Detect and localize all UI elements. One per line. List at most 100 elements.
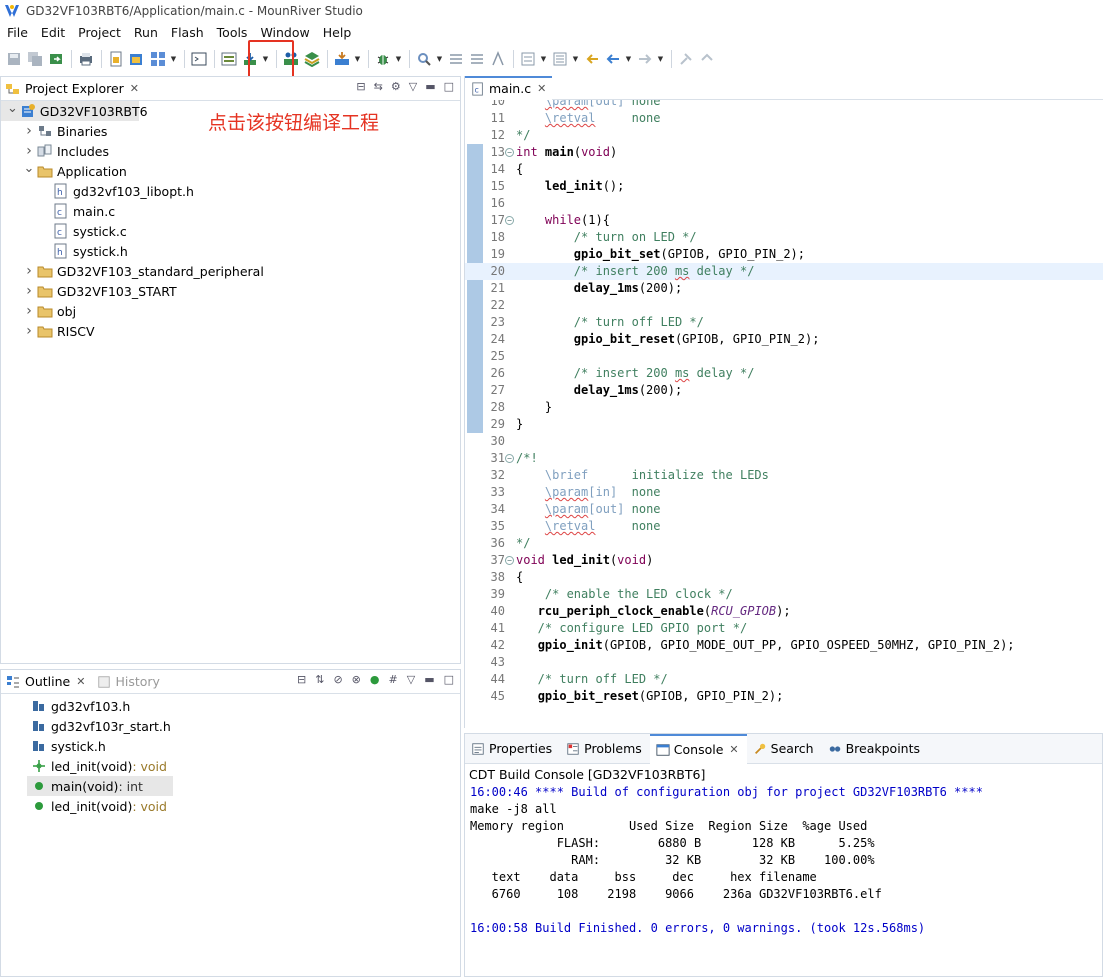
- menu-run[interactable]: Run: [127, 25, 164, 40]
- new-project-button[interactable]: [127, 48, 147, 70]
- console-view-button[interactable]: [219, 48, 239, 70]
- tree-item[interactable]: c systick.c: [1, 221, 460, 241]
- collapse-all-icon[interactable]: ⊟: [356, 80, 365, 93]
- code-area[interactable]: 10 \param[out] none 11 \retval none 12 */13…: [465, 100, 1103, 728]
- save-all-button[interactable]: [25, 48, 45, 70]
- print-button[interactable]: [76, 48, 96, 70]
- hide-static-icon[interactable]: ⊗: [352, 673, 361, 686]
- debug-dropdown[interactable]: ▼: [394, 48, 403, 70]
- build-all-button[interactable]: [302, 48, 322, 70]
- tree-item[interactable]: c main.c: [1, 201, 460, 221]
- download-dropdown[interactable]: ▼: [353, 48, 362, 70]
- code-line[interactable]: 42 gpio_init(GPIOB, GPIO_MODE_OUT_PP, GP…: [465, 637, 1103, 654]
- chevron-right-icon[interactable]: ›: [23, 123, 35, 139]
- code-line[interactable]: 45 gpio_bit_reset(GPIOB, GPIO_PIN_2);: [465, 688, 1103, 705]
- tab-search[interactable]: Search: [747, 734, 822, 764]
- open-file-button[interactable]: [106, 48, 126, 70]
- code-line[interactable]: 18 /* turn on LED */: [465, 229, 1103, 246]
- code-line[interactable]: 40 rcu_periph_clock_enable(RCU_GPIOB);: [465, 603, 1103, 620]
- tree-item[interactable]: › RISCV: [1, 321, 460, 341]
- menu-tools[interactable]: Tools: [210, 25, 254, 40]
- outline-item[interactable]: systick.h: [1, 736, 460, 756]
- code-line[interactable]: 33 \param[in] none: [465, 484, 1103, 501]
- outline-tab-label[interactable]: Outline: [25, 674, 70, 689]
- chevron-right-icon[interactable]: ›: [23, 303, 35, 319]
- tab-problems[interactable]: Problems: [560, 734, 650, 764]
- tree-item[interactable]: › obj: [1, 301, 460, 321]
- tree-item[interactable]: h gd32vf103_libopt.h: [1, 181, 460, 201]
- code-line[interactable]: 11 \retval none: [465, 110, 1103, 127]
- hide-fields-icon[interactable]: ⊘: [333, 673, 342, 686]
- menu-help[interactable]: Help: [316, 25, 358, 40]
- chevron-right-icon[interactable]: ›: [23, 283, 35, 299]
- code-line[interactable]: 34 \param[out] none: [465, 501, 1103, 518]
- tree-item[interactable]: › Includes: [1, 141, 460, 161]
- build-button[interactable]: [240, 48, 260, 70]
- link-with-editor-icon[interactable]: ⇆: [374, 80, 383, 93]
- code-line[interactable]: 16: [465, 195, 1103, 212]
- back-dropdown[interactable]: ▼: [624, 48, 633, 70]
- outline-item[interactable]: led_init(void) : void: [1, 756, 460, 776]
- tree-item[interactable]: ⌄ Application: [1, 161, 460, 181]
- code-line[interactable]: 30: [465, 433, 1103, 450]
- sort-icon[interactable]: ⇅: [315, 673, 324, 686]
- code-line[interactable]: 32 \brief initialize the LEDs: [465, 467, 1103, 484]
- tree-item[interactable]: › GD32VF103_standard_peripheral: [1, 261, 460, 281]
- outline-item[interactable]: gd32vf103.h: [1, 696, 460, 716]
- build-dropdown[interactable]: ▼: [261, 48, 270, 70]
- code-line[interactable]: 43: [465, 654, 1103, 671]
- code-line[interactable]: 21 delay_1ms(200);: [465, 280, 1103, 297]
- next-annotation-button[interactable]: [446, 48, 466, 70]
- tab-console[interactable]: Console ✕: [649, 733, 747, 764]
- new-wizard-button[interactable]: [148, 48, 168, 70]
- code-line[interactable]: 22: [465, 297, 1103, 314]
- next-edit-dropdown[interactable]: ▼: [539, 48, 548, 70]
- debug-button[interactable]: [373, 48, 393, 70]
- outline-item[interactable]: main(void) : int: [27, 776, 173, 796]
- view-menu-icon[interactable]: ▽: [407, 673, 415, 686]
- rebuild-button[interactable]: [281, 48, 301, 70]
- tree-item[interactable]: h systick.h: [1, 241, 460, 261]
- code-line[interactable]: 10 \param[out] none: [465, 100, 1103, 110]
- menu-edit[interactable]: Edit: [34, 25, 71, 40]
- tree-item[interactable]: ⌄ GD32VF103RBT6: [1, 101, 148, 121]
- toggle-mark-button[interactable]: [488, 48, 508, 70]
- code-line[interactable]: 13 int main(void) −: [465, 144, 1103, 161]
- search-dropdown[interactable]: ▼: [435, 48, 444, 70]
- code-line[interactable]: 24 gpio_bit_reset(GPIOB, GPIO_PIN_2);: [465, 331, 1103, 348]
- forward-dropdown[interactable]: ▼: [656, 48, 665, 70]
- collapse-all-icon[interactable]: ⊟: [297, 673, 306, 686]
- code-line[interactable]: 14 {: [465, 161, 1103, 178]
- minimize-icon[interactable]: ▬: [425, 80, 435, 93]
- code-line[interactable]: 26 /* insert 200 ms delay */: [465, 365, 1103, 382]
- code-line[interactable]: 19 gpio_bit_set(GPIOB, GPIO_PIN_2);: [465, 246, 1103, 263]
- download-button[interactable]: [332, 48, 352, 70]
- code-line[interactable]: 44 /* turn off LED */: [465, 671, 1103, 688]
- menu-flash[interactable]: Flash: [164, 25, 210, 40]
- maximize-icon[interactable]: □: [444, 80, 454, 93]
- close-icon[interactable]: ✕: [729, 743, 738, 756]
- tree-item[interactable]: › GD32VF103_START: [1, 281, 460, 301]
- last-edit-button[interactable]: [582, 48, 602, 70]
- menu-file[interactable]: File: [0, 25, 34, 40]
- code-line[interactable]: 20 /* insert 200 ms delay */: [465, 263, 1103, 280]
- tab-properties[interactable]: Properties: [465, 734, 560, 764]
- code-line[interactable]: 23 /* turn off LED */: [465, 314, 1103, 331]
- hide-nonpublic-icon[interactable]: ●: [370, 673, 380, 686]
- outline-item[interactable]: led_init(void) : void: [1, 796, 460, 816]
- maximize-icon[interactable]: □: [444, 673, 454, 686]
- code-line[interactable]: 31 /*! −: [465, 450, 1103, 467]
- next-edit-button[interactable]: [518, 48, 538, 70]
- code-line[interactable]: 28 }: [465, 399, 1103, 416]
- chevron-down-icon[interactable]: ⌄: [23, 161, 35, 176]
- hide-macros-icon[interactable]: #: [389, 673, 398, 686]
- prev-edit-button[interactable]: [550, 48, 570, 70]
- chevron-right-icon[interactable]: ›: [23, 143, 35, 159]
- link-button[interactable]: [697, 48, 717, 70]
- code-line[interactable]: 35 \retval none: [465, 518, 1103, 535]
- close-icon[interactable]: ✕: [76, 675, 85, 688]
- code-line[interactable]: 12 */: [465, 127, 1103, 144]
- search-toolbar-button[interactable]: [414, 48, 434, 70]
- menu-project[interactable]: Project: [71, 25, 127, 40]
- console-output[interactable]: 16:00:46 **** Build of configuration obj…: [465, 784, 1102, 937]
